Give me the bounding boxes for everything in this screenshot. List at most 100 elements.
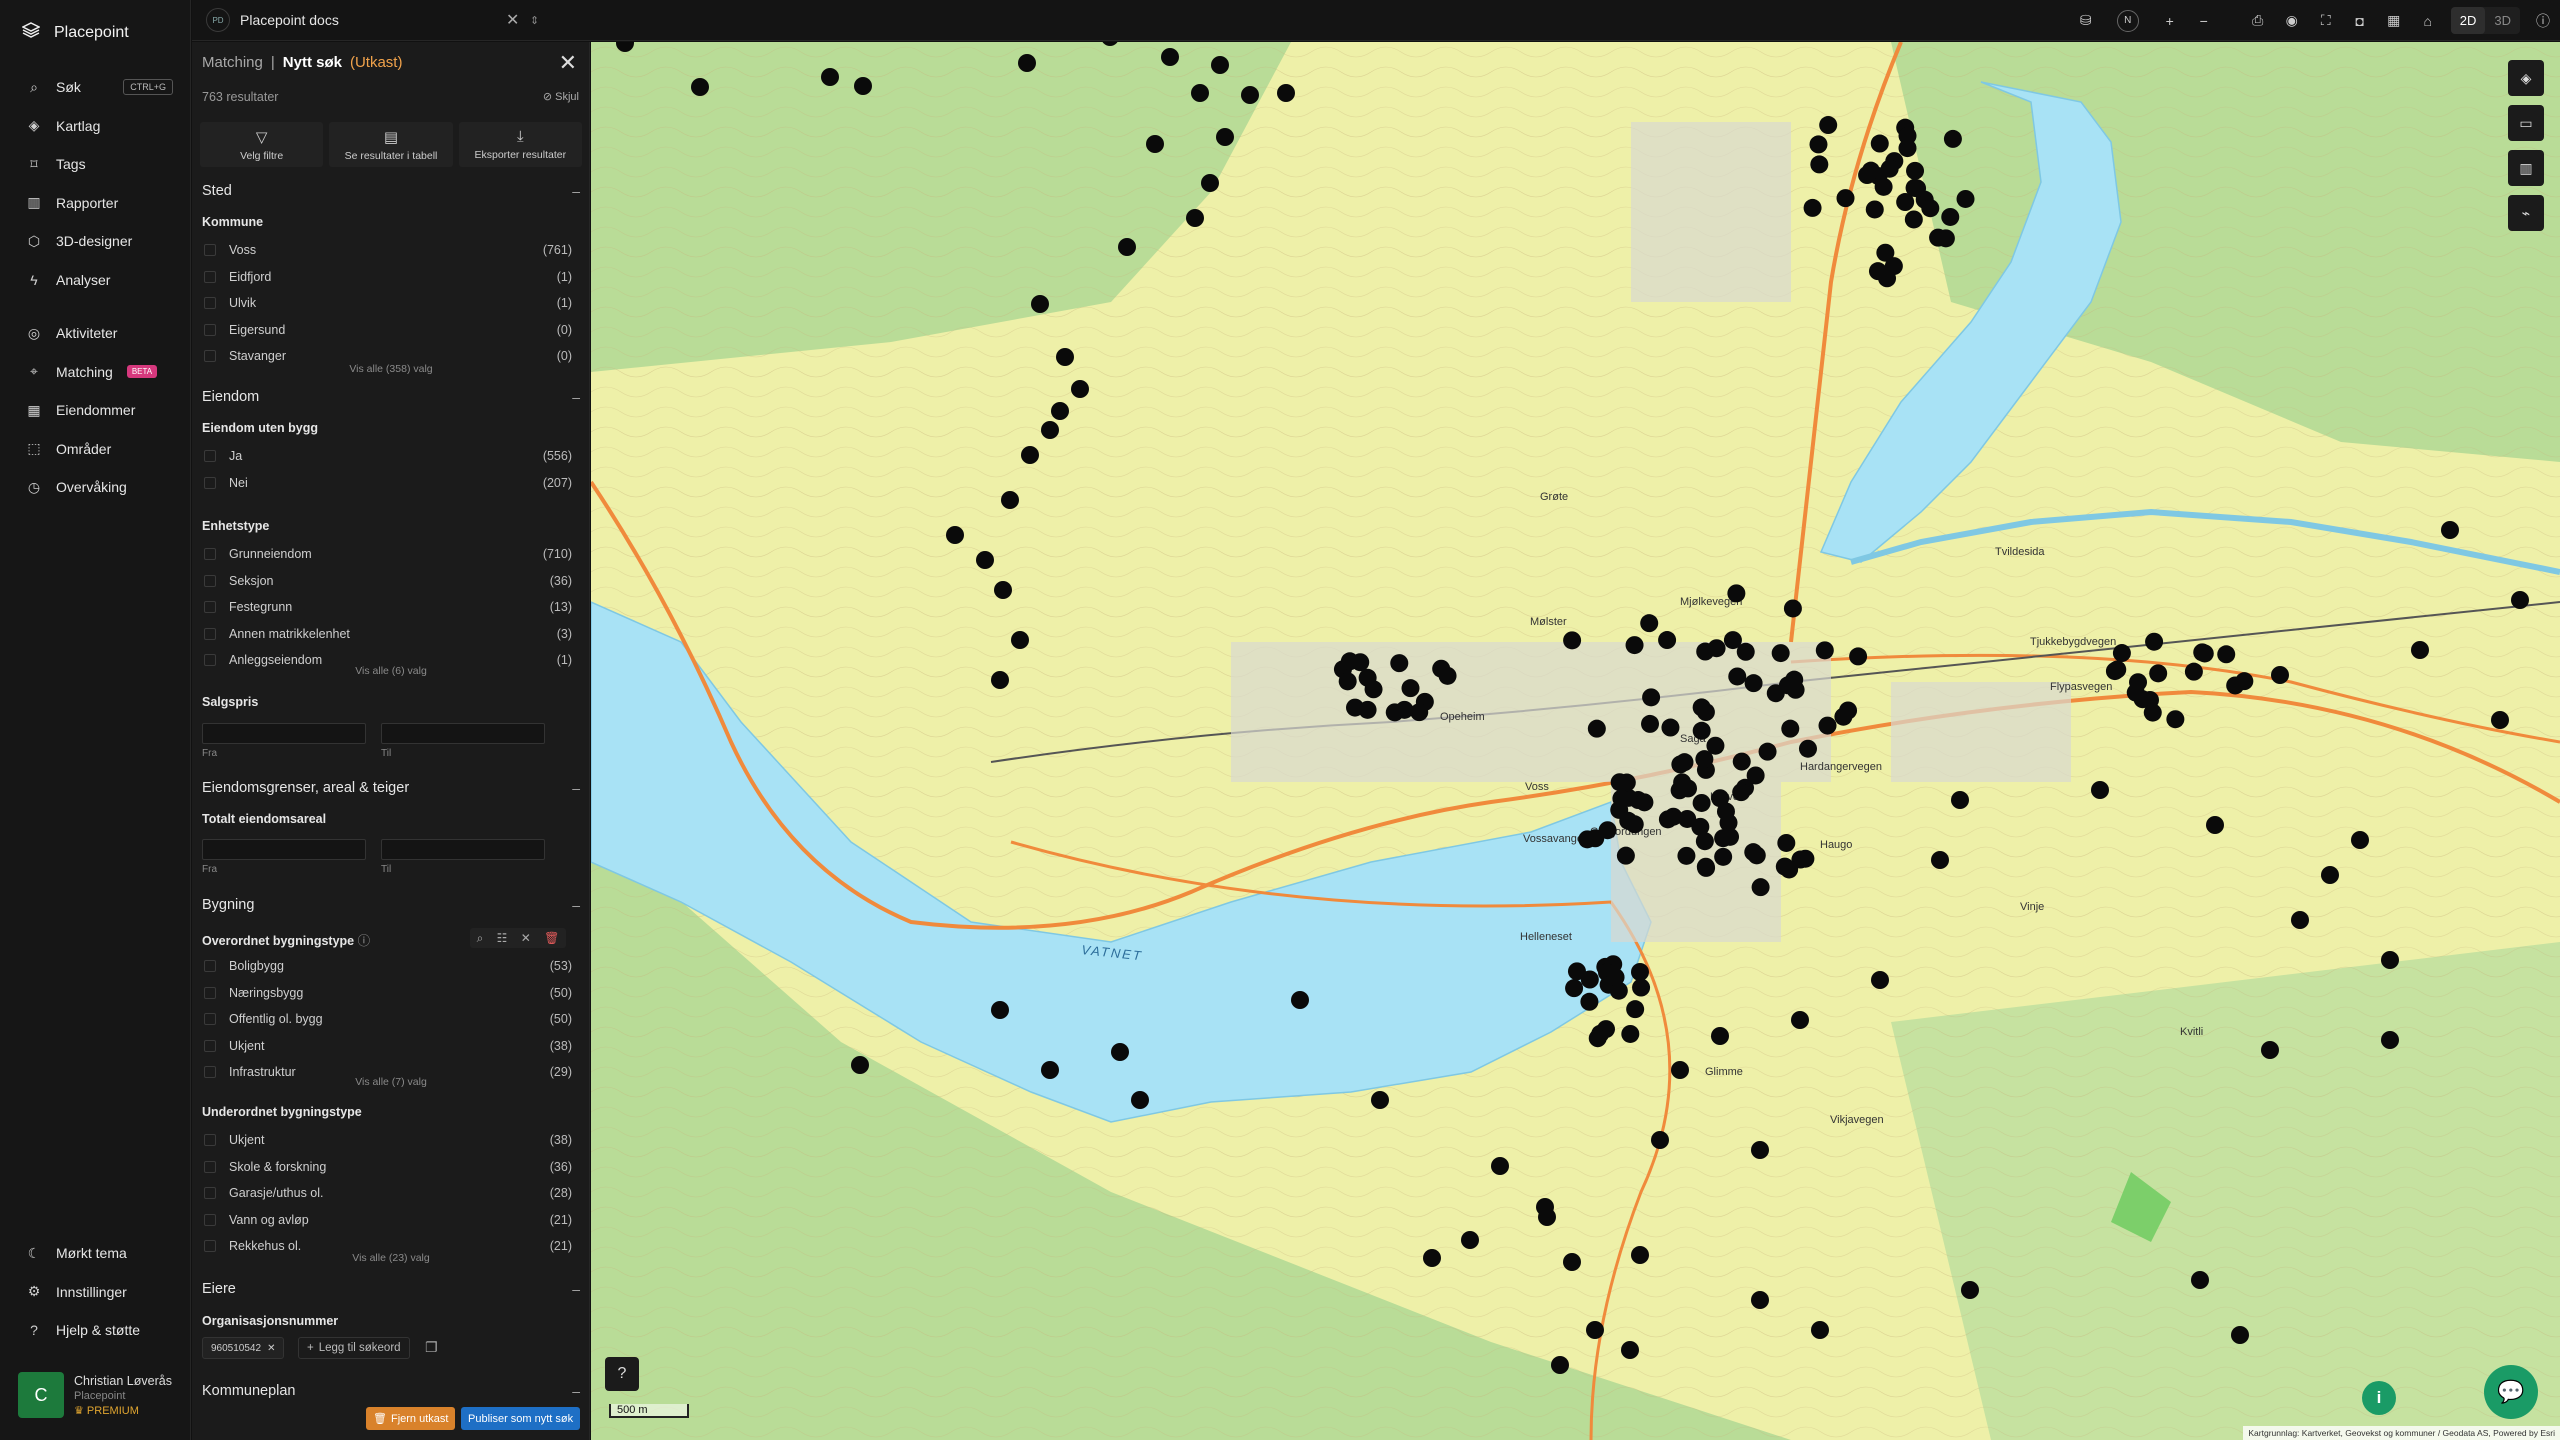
section-bygning[interactable]: Bygning – — [202, 897, 580, 913]
checkbox[interactable] — [204, 476, 216, 489]
user-card[interactable]: C Christian Løverås Placepoint ♛ PREMIUM — [18, 1372, 172, 1418]
nav-item-3d-designer[interactable]: ⬡ 3D-designer — [0, 222, 191, 261]
filter-option[interactable]: Eigersund (0) — [202, 319, 572, 341]
checkbox[interactable] — [204, 350, 216, 362]
section-sted[interactable]: Sted – — [202, 183, 580, 199]
filter-option[interactable]: Vann og avløp (21) — [202, 1209, 572, 1231]
checkbox[interactable] — [204, 1134, 216, 1146]
list-icon[interactable]: ☷ — [497, 931, 508, 945]
clear-icon[interactable]: ✕ — [521, 931, 531, 945]
filter-option[interactable]: Annen matrikkelenhet (3) — [202, 623, 572, 645]
workspace-tab[interactable]: PD Placepoint docs ✕ ⇕ — [206, 7, 556, 33]
nav-item-mørkt-tema[interactable]: ☾ Mørkt tema — [0, 1234, 191, 1273]
nav-item-analyser[interactable]: ϟ Analyser — [0, 261, 191, 300]
filter-option[interactable]: Grunneiendom (710) — [202, 543, 572, 565]
filter-option[interactable]: Ja (556) — [202, 445, 572, 467]
filter-option[interactable]: Eidfjord (1) — [202, 266, 572, 288]
measure-button[interactable]: ▭ — [2508, 105, 2544, 141]
orgnr-chip[interactable]: 960510542 ✕ — [202, 1337, 285, 1359]
filter-option[interactable]: Offentlig ol. bygg (50) — [202, 1008, 572, 1030]
checkbox[interactable] — [204, 1039, 216, 1052]
filter-option[interactable]: Nei (207) — [202, 472, 572, 494]
collapse-icon[interactable]: – — [572, 1383, 580, 1399]
section-eiendom[interactable]: Eiendom – — [202, 389, 580, 405]
checkbox[interactable] — [204, 270, 216, 283]
route-button[interactable]: ⌁ — [2508, 195, 2544, 231]
checkbox[interactable] — [204, 323, 216, 336]
copy-icon[interactable]: ❐ — [425, 1339, 438, 1356]
checkbox[interactable] — [204, 986, 216, 999]
filter-option[interactable]: Festegrunn (13) — [202, 596, 572, 618]
close-panel-icon[interactable]: ✕ — [559, 50, 577, 76]
info-button[interactable]: i — [2362, 1381, 2396, 1415]
nav-item-matching[interactable]: ⌖ Matching BETA — [0, 353, 191, 392]
nav-item-hjelp-støtte[interactable]: ? Hjelp & støtte — [0, 1311, 191, 1350]
close-tab-icon[interactable]: ✕ — [506, 10, 519, 30]
filter-option[interactable]: Ukjent (38) — [202, 1129, 572, 1151]
add-keyword-button[interactable]: + Legg til søkeord — [298, 1337, 410, 1359]
map-view[interactable]: VATNET Voss Vossavangen Hardangervegen Tvil… — [591, 42, 2560, 1440]
nav-item-søk[interactable]: ⌕ Søk CTRL+G — [0, 68, 191, 107]
nav-item-tags[interactable]: ⌑ Tags — [0, 145, 191, 184]
trash-icon[interactable]: 🗑 — [544, 931, 559, 945]
chat-button[interactable]: 💬 — [2484, 1365, 2538, 1419]
checkbox[interactable] — [204, 627, 216, 640]
section-eiere[interactable]: Eiere – — [202, 1281, 580, 1297]
checkbox[interactable] — [204, 1213, 216, 1226]
search-icon[interactable]: ⌕ — [477, 931, 484, 946]
print-icon[interactable]: ⎙ — [2241, 0, 2275, 41]
checkbox[interactable] — [204, 574, 216, 587]
eye-icon[interactable]: ◉ — [2275, 0, 2309, 41]
filter-option[interactable]: Skole & forskning (36) — [202, 1156, 572, 1178]
remove-draft-button[interactable]: 🗑 Fjern utkast — [366, 1407, 456, 1430]
layers-stack-icon[interactable]: ⛁ — [2069, 0, 2103, 41]
checkbox[interactable] — [204, 601, 216, 613]
camera-icon[interactable]: ◘ — [2343, 0, 2377, 41]
view-table-button[interactable]: ▤ Se resultater i tabell — [329, 122, 453, 167]
checkbox[interactable] — [204, 1240, 216, 1252]
filter-option[interactable]: Voss (761) — [202, 239, 572, 261]
collapse-icon[interactable]: – — [572, 897, 580, 913]
show-all-enhetstype[interactable]: Vis alle (6) valg — [192, 665, 589, 677]
bookmark-icon[interactable]: ⌂ — [2411, 0, 2445, 41]
show-all-underordnet[interactable]: Vis alle (23) valg — [192, 1252, 589, 1264]
filter-option[interactable]: Ukjent (38) — [202, 1035, 572, 1057]
nav-item-innstillinger[interactable]: ⚙ Innstillinger — [0, 1273, 191, 1312]
close-icon[interactable]: ✕ — [267, 1343, 275, 1354]
chevron-updown-icon[interactable]: ⇕ — [530, 14, 539, 27]
mode-2d-button[interactable]: 2D — [2450, 7, 2486, 34]
help-button[interactable]: ? — [605, 1357, 639, 1391]
zoom-in-icon[interactable]: + — [2153, 0, 2187, 41]
nav-item-rapporter[interactable]: ▥ Rapporter — [0, 184, 191, 223]
checkbox[interactable] — [204, 297, 216, 309]
price-from-input[interactable] — [202, 723, 366, 744]
mode-3d-button[interactable]: 3D — [2485, 7, 2520, 34]
nav-item-eiendommer[interactable]: ▦ Eiendommer — [0, 391, 191, 430]
area-to-input[interactable] — [381, 839, 545, 860]
grid-icon[interactable]: ▦ — [2377, 0, 2411, 41]
price-to-input[interactable] — [381, 723, 545, 744]
choose-filters-button[interactable]: ▽ Velg filtre — [200, 122, 324, 167]
nav-item-områder[interactable]: ⬚ Områder — [0, 430, 191, 469]
info-icon[interactable]: ⓘ — [2526, 0, 2560, 41]
checkbox[interactable] — [204, 450, 216, 462]
nav-item-overvåking[interactable]: ◷ Overvåking — [0, 468, 191, 507]
compass-button[interactable]: N — [2103, 0, 2153, 41]
breadcrumb-matching[interactable]: Matching — [202, 54, 263, 71]
area-from-input[interactable] — [202, 839, 366, 860]
collapse-icon[interactable]: – — [572, 389, 580, 405]
checkbox[interactable] — [204, 548, 216, 560]
map-layers-button[interactable]: ◈ — [2508, 60, 2544, 96]
zoom-out-icon[interactable]: − — [2187, 0, 2221, 41]
checkbox[interactable] — [204, 244, 216, 256]
filter-option[interactable]: Ulvik (1) — [202, 292, 572, 314]
hide-button[interactable]: ⊘ Skjul — [543, 90, 579, 103]
map-canvas[interactable]: VATNET VossVossavangenHardangervegenTvil… — [591, 42, 2560, 1440]
section-grenser[interactable]: Eiendomsgrenser, areal & teiger – — [202, 780, 580, 796]
checkbox[interactable] — [204, 1160, 216, 1173]
checkbox[interactable] — [204, 1013, 216, 1025]
checkbox[interactable] — [204, 960, 216, 972]
filter-option[interactable]: Garasje/uthus ol. (28) — [202, 1182, 572, 1204]
filter-option[interactable]: Seksjon (36) — [202, 570, 572, 592]
stats-button[interactable]: ▥ — [2508, 150, 2544, 186]
